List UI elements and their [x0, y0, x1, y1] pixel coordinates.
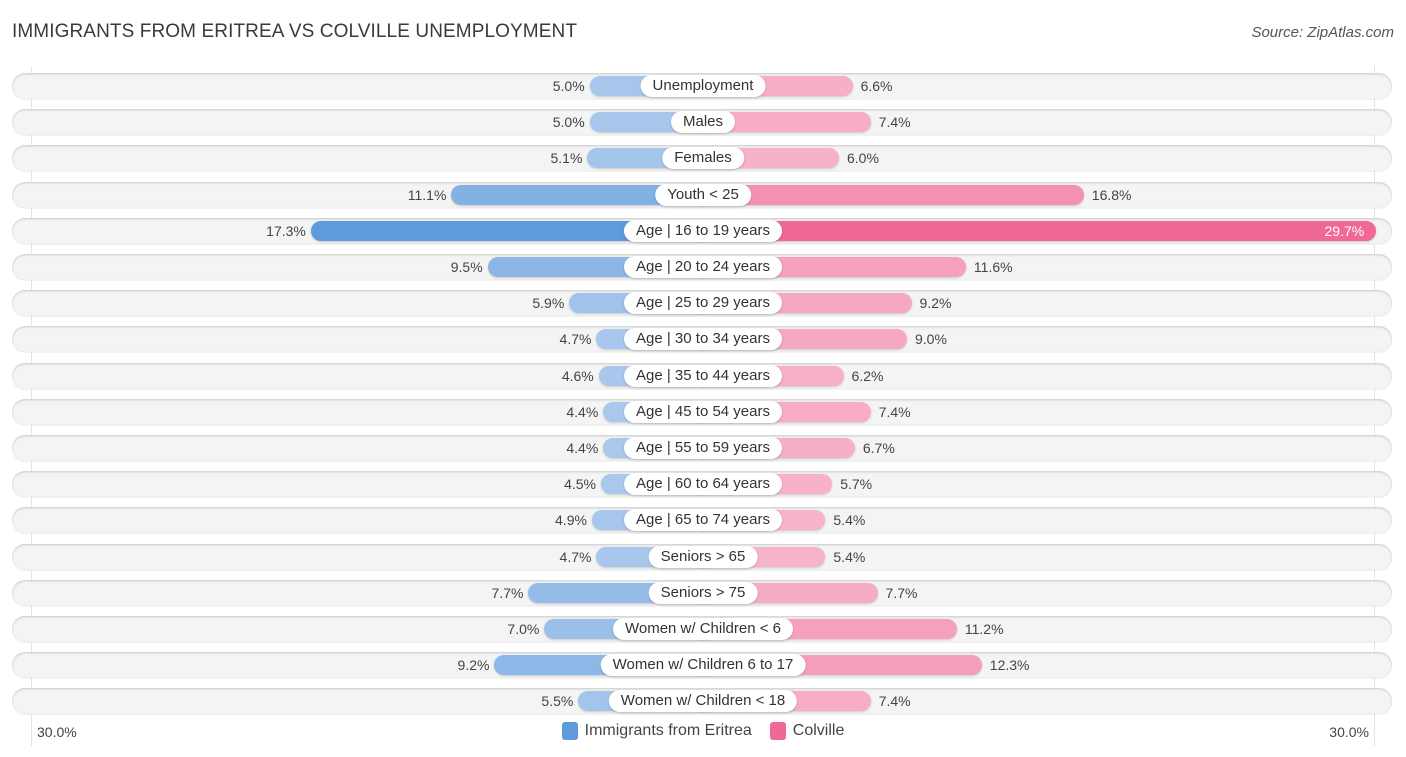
- legend-swatch-colville: [769, 722, 786, 740]
- value-label-eritrea: 5.1%: [550, 150, 583, 167]
- category-label: Youth < 25: [655, 183, 751, 206]
- value-label-colville: 29.7%: [1324, 222, 1365, 239]
- legend: Immigrants from Eritrea Colville: [0, 722, 1406, 740]
- value-label-eritrea: 5.0%: [552, 114, 585, 131]
- category-label: Women w/ Children < 6: [612, 618, 794, 640]
- value-label-eritrea: 17.3%: [266, 222, 306, 239]
- category-label: Women w/ Children 6 to 17: [600, 654, 806, 677]
- value-label-colville: 7.4%: [878, 114, 911, 131]
- value-label-colville: 6.0%: [847, 150, 879, 167]
- chart-area: 5.0% 6.6% Unemployment 5.0% 7.4% Males 5.1% 6.0…: [0, 0, 1406, 757]
- category-label: Unemployment: [640, 75, 766, 97]
- value-label-colville: 7.4%: [878, 693, 911, 710]
- value-label-eritrea: 4.7%: [559, 548, 592, 565]
- value-label-eritrea: 4.5%: [564, 476, 596, 493]
- value-label-colville: 5.4%: [833, 512, 866, 529]
- category-label: Age | 16 to 19 years: [624, 219, 782, 242]
- value-label-eritrea: 5.9%: [532, 295, 565, 312]
- bar-colville[interactable]: [693, 184, 1084, 205]
- value-label-eritrea: 4.7%: [559, 331, 592, 348]
- value-label-colville: 7.7%: [885, 584, 918, 601]
- value-label-eritrea: 7.0%: [507, 621, 540, 637]
- value-label-colville: 9.2%: [919, 295, 952, 312]
- category-label: Age | 55 to 59 years: [624, 437, 782, 459]
- legend-label-colville: Colville: [792, 722, 845, 739]
- category-label: Age | 30 to 34 years: [624, 328, 782, 351]
- value-label-colville: 5.4%: [833, 548, 866, 565]
- legend-label-eritrea: Immigrants from Eritrea: [584, 722, 752, 739]
- category-label: Age | 45 to 54 years: [624, 400, 782, 423]
- value-label-colville: 6.7%: [862, 440, 895, 456]
- value-label-eritrea: 4.4%: [566, 403, 599, 420]
- category-label: Women w/ Children < 18: [608, 690, 798, 713]
- value-label-colville: 6.6%: [860, 78, 893, 94]
- value-label-eritrea: 11.1%: [407, 186, 447, 203]
- value-label-eritrea: 5.0%: [552, 78, 585, 94]
- legend-item-eritrea[interactable]: Immigrants from Eritrea: [561, 722, 752, 740]
- value-label-eritrea: 7.7%: [491, 584, 524, 601]
- legend-swatch-eritrea: [561, 722, 578, 740]
- category-label: Males: [670, 111, 736, 134]
- value-label-colville: 16.8%: [1091, 186, 1132, 203]
- value-label-eritrea: 5.5%: [541, 693, 574, 710]
- value-label-colville: 6.2%: [851, 367, 884, 384]
- category-label: Age | 20 to 24 years: [624, 256, 782, 278]
- bar-colville[interactable]: [693, 220, 1377, 241]
- category-label: Seniors > 75: [648, 581, 758, 604]
- value-label-colville: 11.6%: [973, 259, 1013, 275]
- category-label: Females: [662, 147, 744, 170]
- category-label: Age | 60 to 64 years: [624, 473, 782, 496]
- category-label: Age | 65 to 74 years: [624, 509, 782, 532]
- value-label-colville: 9.0%: [915, 331, 947, 348]
- value-label-colville: 12.3%: [989, 657, 1030, 674]
- category-label: Age | 25 to 29 years: [624, 292, 782, 315]
- value-label-colville: 7.4%: [878, 403, 911, 420]
- value-label-eritrea: 9.2%: [457, 657, 490, 674]
- category-label: Seniors > 65: [648, 545, 758, 568]
- value-label-colville: 5.7%: [840, 476, 873, 493]
- legend-item-colville[interactable]: Colville: [769, 722, 845, 740]
- value-label-eritrea: 4.9%: [555, 512, 587, 529]
- value-label-colville: 11.2%: [964, 621, 1004, 637]
- value-label-eritrea: 9.5%: [450, 259, 483, 275]
- category-label: Age | 35 to 44 years: [624, 364, 782, 387]
- value-label-eritrea: 4.4%: [566, 440, 599, 456]
- value-label-eritrea: 4.6%: [561, 367, 594, 384]
